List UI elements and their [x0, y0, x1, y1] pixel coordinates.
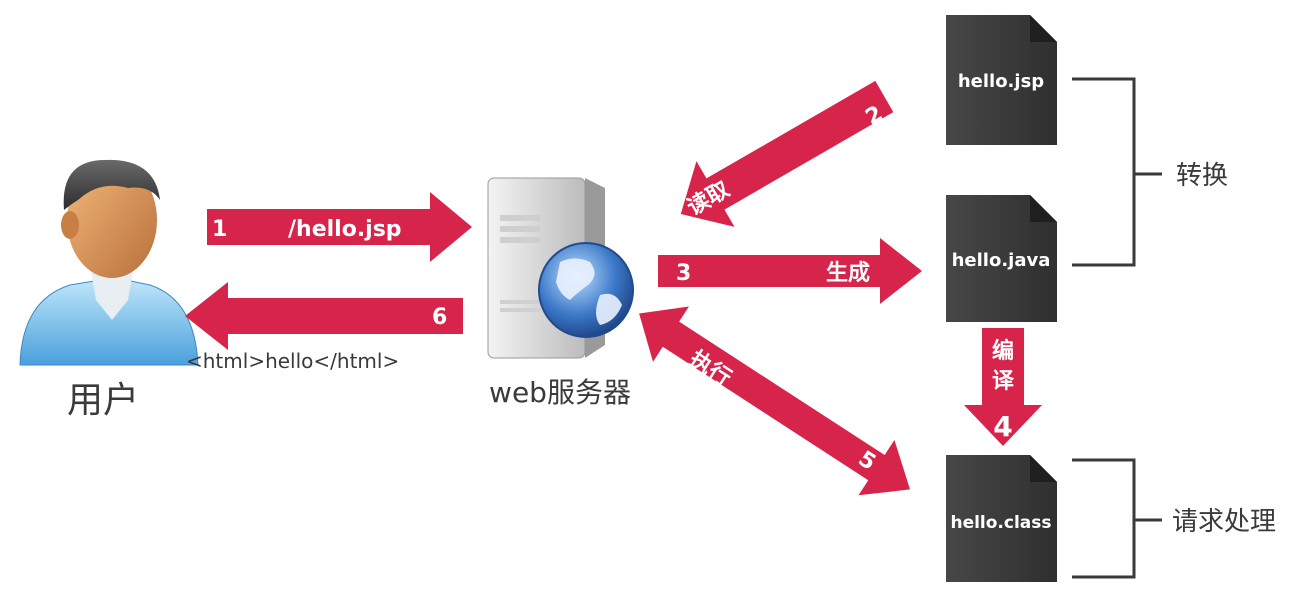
- bracket-convert-label: 转换: [1176, 161, 1228, 191]
- bracket-request: [1072, 458, 1162, 579]
- response-html-label: <html>hello</html>: [186, 349, 399, 373]
- file-class-icon: hello.class: [946, 455, 1057, 582]
- arrow-compile: 编 译 4: [964, 328, 1042, 446]
- server-slot: [500, 237, 540, 243]
- server-slot: [500, 226, 540, 232]
- arrow-compile-text-1: 编: [992, 338, 1014, 364]
- server-slot: [500, 215, 540, 221]
- server-label: web服务器: [489, 376, 631, 409]
- arrow-response-number: 6: [432, 305, 447, 330]
- file-java-label: hello.java: [952, 250, 1051, 271]
- file-jsp-label: hello.jsp: [958, 71, 1044, 92]
- arrow-request: 1 /hello.jsp: [207, 192, 472, 262]
- arrow-generate: 3 生成: [658, 238, 922, 304]
- arrow-execute: [639, 306, 910, 496]
- bracket-convert: [1072, 77, 1162, 267]
- arrow-response: 6: [185, 282, 463, 350]
- arrow-generate-number: 3: [676, 261, 691, 286]
- arrow-compile-number: 4: [993, 410, 1012, 443]
- server-vent: [500, 308, 540, 312]
- file-class-label: hello.class: [950, 513, 1051, 533]
- bracket-request-label: 请求处理: [1172, 507, 1276, 537]
- user-icon: [19, 159, 199, 366]
- server-vent: [500, 300, 540, 304]
- arrow-compile-text-2: 译: [992, 369, 1015, 394]
- arrow-generate-text: 生成: [826, 261, 870, 286]
- user-ear: [61, 211, 79, 239]
- file-java-icon: hello.java: [946, 195, 1057, 322]
- arrow-request-number: 1: [212, 217, 227, 242]
- file-jsp-icon: hello.jsp: [946, 15, 1057, 145]
- arrow-request-text: /hello.jsp: [288, 217, 402, 242]
- server-icon: [487, 177, 634, 359]
- globe-icon: [538, 242, 634, 338]
- user-label: 用户: [67, 380, 139, 421]
